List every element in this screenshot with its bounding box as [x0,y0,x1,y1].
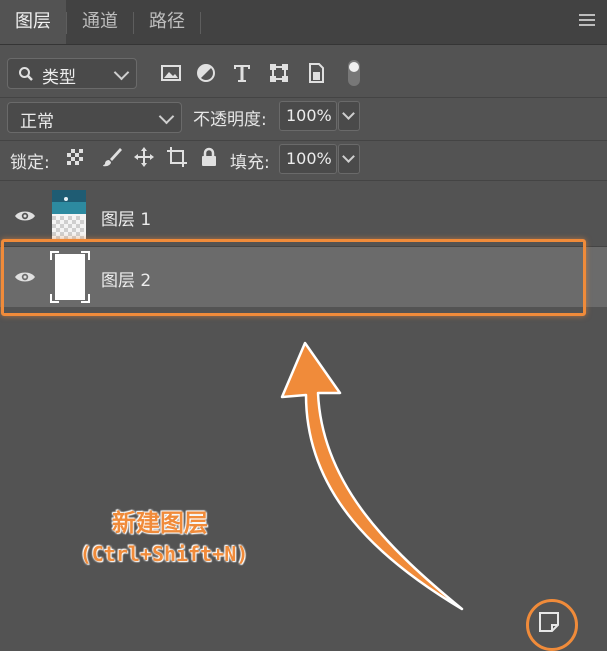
tab-divider [200,12,201,34]
filter-kind-label: 类型 [42,68,76,88]
divider [0,180,607,181]
image-icon[interactable] [160,62,182,84]
layer-name[interactable]: 图层 1 [101,205,151,230]
toggle-icon[interactable] [345,58,363,88]
chevron-down-icon [158,108,175,125]
panel-tab-bar: 图层 通道 路径 [0,0,607,45]
divider [0,140,607,141]
divider [0,97,607,98]
half-circle-icon[interactable] [195,62,217,84]
new-layer-icon[interactable] [538,611,560,633]
lock-label: 锁定: [10,153,50,173]
opacity-input[interactable]: 100% [279,101,337,131]
hamburger-icon[interactable] [579,14,595,28]
transform-icon[interactable] [268,62,290,84]
smart-object-icon[interactable] [305,62,327,84]
arrow-icon [280,341,464,611]
blend-mode-value: 正常 [20,112,54,132]
eye-icon[interactable] [14,209,36,223]
search-icon [19,67,33,81]
fill-input[interactable]: 100% [279,144,337,174]
layer-row-1[interactable]: 图层 1 [0,186,607,246]
layer-thumbnail [52,190,86,240]
fill-stepper[interactable] [338,144,360,174]
chevron-down-icon [342,150,355,163]
filter-kind-dropdown[interactable]: 类型 [7,58,137,89]
tab-channels[interactable]: 通道 [67,0,133,44]
annotation-shortcut: (Ctrl+Shift+N) [79,542,249,566]
opacity-stepper[interactable] [338,101,360,131]
crop-icon[interactable] [166,146,188,168]
move-icon[interactable] [133,146,155,168]
blend-mode-dropdown[interactable]: 正常 [7,102,182,133]
annotation-title: 新建图层 [112,509,208,537]
lock-icon[interactable] [198,146,220,168]
checkerboard-icon[interactable] [66,148,84,166]
fill-label: 填充: [230,153,270,173]
brush-icon[interactable] [101,146,123,168]
tab-paths[interactable]: 路径 [134,0,200,44]
tab-layers[interactable]: 图层 [0,0,66,44]
chevron-down-icon [113,64,130,81]
highlight-frame [1,239,586,316]
opacity-label: 不透明度: [193,110,267,130]
text-icon[interactable] [231,62,253,84]
chevron-down-icon [342,107,355,120]
